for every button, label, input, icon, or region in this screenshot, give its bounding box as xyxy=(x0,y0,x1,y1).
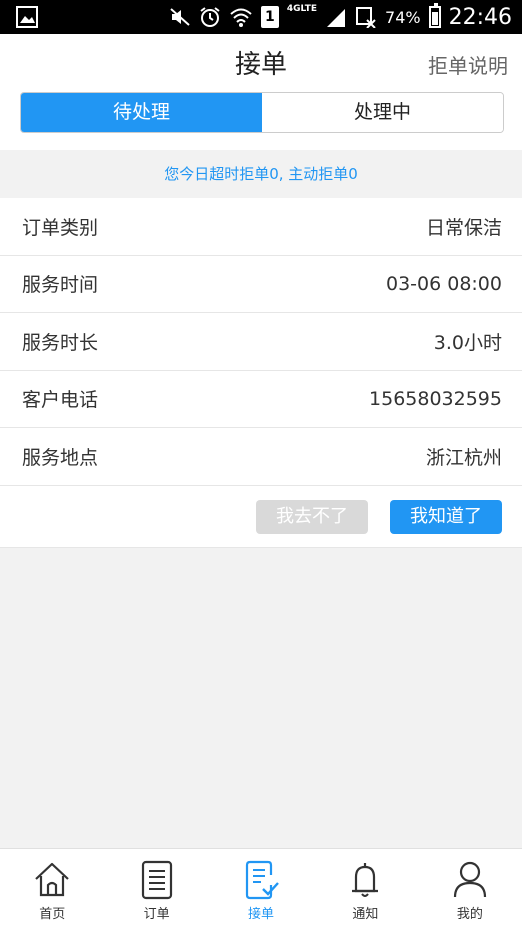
mute-icon xyxy=(170,8,190,26)
tab-label: 接单 xyxy=(248,907,275,922)
row-label: 订单类别 xyxy=(22,216,99,239)
home-icon xyxy=(35,862,69,897)
tab-label: 通知 xyxy=(352,907,379,922)
order-row-duration: 服务时长 3.0小时 xyxy=(0,313,522,371)
status-segmented-control: 待处理 处理中 xyxy=(20,92,504,133)
decline-button[interactable]: 我去不了 xyxy=(256,500,368,534)
document-icon xyxy=(141,860,172,900)
reject-stats-notice: 您今日超时拒单0, 主动拒单0 xyxy=(0,150,522,198)
battery-icon xyxy=(428,3,441,28)
receive-order-icon xyxy=(245,860,279,900)
network-type: 4GLTE xyxy=(286,4,318,14)
data-saver-icon xyxy=(356,7,376,28)
row-value: 日常保洁 xyxy=(425,216,502,239)
row-value: 浙江杭州 xyxy=(425,446,502,469)
status-bar: 1 4GLTE 74% 22:46 xyxy=(0,0,522,34)
order-row-location: 服务地点 浙江杭州 xyxy=(0,428,522,486)
clock: 22:46 xyxy=(448,4,512,30)
sim-slot-indicator: 1 xyxy=(260,6,279,28)
tab-pending[interactable]: 待处理 xyxy=(21,93,262,132)
tab-notifications[interactable]: 通知 xyxy=(313,849,417,928)
alarm-icon xyxy=(200,7,220,27)
row-label: 服务时长 xyxy=(22,331,99,354)
tab-label: 我的 xyxy=(456,907,483,922)
tab-mine[interactable]: 我的 xyxy=(418,849,522,928)
tab-orders[interactable]: 订单 xyxy=(104,849,208,928)
bell-icon xyxy=(352,863,379,897)
row-value[interactable]: 15658032595 xyxy=(369,388,502,410)
order-row-service-time: 服务时间 03-06 08:00 xyxy=(0,256,522,313)
signal-icon xyxy=(327,9,346,27)
bottom-tab-bar: 首页 订单 接单 通知 我的 xyxy=(0,848,522,928)
tab-in-progress[interactable]: 处理中 xyxy=(262,93,503,132)
order-row-category: 订单类别 日常保洁 xyxy=(0,198,522,256)
tab-label: 订单 xyxy=(143,907,170,922)
gallery-notification-icon xyxy=(16,6,38,28)
row-label: 服务时间 xyxy=(22,274,99,297)
header: 接单 拒单说明 待处理 处理中 xyxy=(0,34,522,150)
order-actions: 我去不了 我知道了 xyxy=(0,486,522,548)
row-value: 3.0小时 xyxy=(433,331,502,354)
wifi-icon xyxy=(230,8,252,27)
tab-home[interactable]: 首页 xyxy=(0,849,104,928)
order-row-phone: 客户电话 15658032595 xyxy=(0,371,522,428)
row-label: 客户电话 xyxy=(22,389,99,412)
battery-percent: 74% xyxy=(385,7,421,27)
row-label: 服务地点 xyxy=(22,446,99,469)
row-value: 03-06 08:00 xyxy=(385,272,502,295)
tab-receive-orders[interactable]: 接单 xyxy=(209,849,313,928)
order-card: 订单类别 日常保洁 服务时间 03-06 08:00 服务时长 3.0小时 客户… xyxy=(0,198,522,486)
tab-label: 首页 xyxy=(39,907,66,922)
acknowledge-button[interactable]: 我知道了 xyxy=(390,500,502,534)
person-icon xyxy=(453,861,486,898)
reject-info-link[interactable]: 拒单说明 xyxy=(428,50,508,79)
